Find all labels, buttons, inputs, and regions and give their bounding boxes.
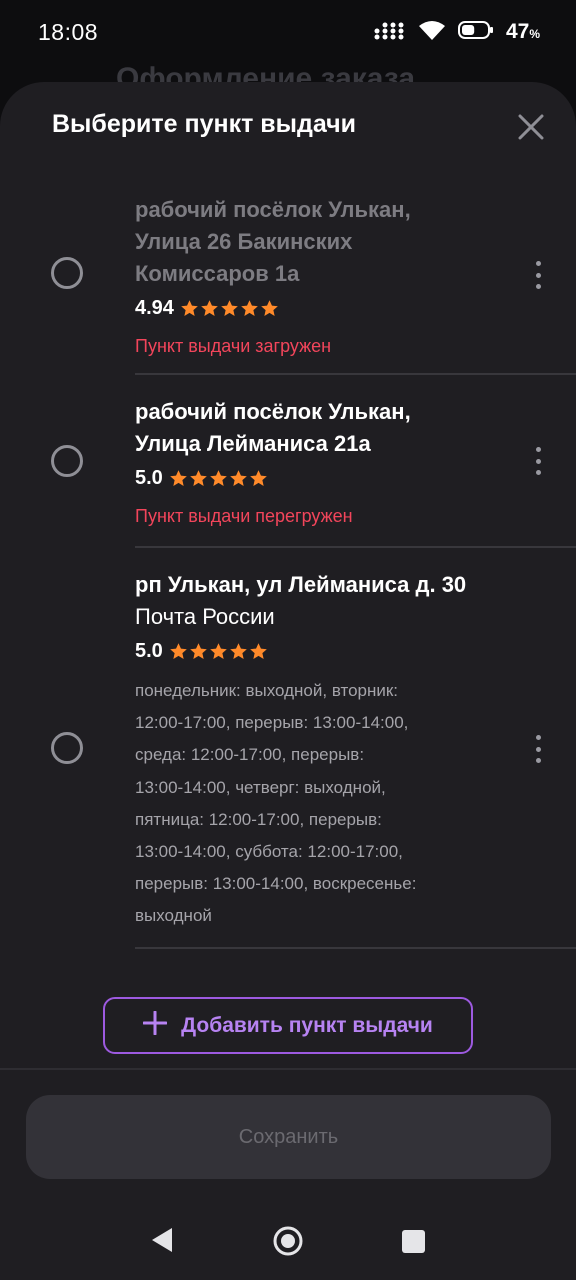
pickup-point-address: рабочий посёлок Улькан, Улица Лейманиса … (135, 399, 411, 456)
status-icons: 47% (374, 19, 540, 46)
battery-percent: 47% (505, 20, 540, 43)
plus-icon (142, 1007, 168, 1041)
status-bar: 18:08 47% (0, 0, 576, 64)
rating-value: 4.94 (135, 296, 174, 319)
star-icon (190, 642, 207, 659)
save-button[interactable]: Сохранить (26, 1095, 551, 1179)
back-triangle-icon[interactable] (150, 1226, 174, 1259)
home-circle-icon[interactable] (272, 1225, 304, 1262)
system-nav-bar (0, 1200, 576, 1280)
more-options-button[interactable] (526, 444, 550, 478)
star-icon (181, 299, 198, 316)
signal-icon (374, 20, 406, 45)
star-icon (210, 469, 227, 486)
star-icon (250, 642, 267, 659)
more-options-button[interactable] (526, 732, 550, 766)
star-icon (170, 642, 187, 659)
more-options-button[interactable] (526, 258, 550, 292)
divider (135, 373, 576, 375)
star-icon (230, 469, 247, 486)
add-pickup-point-button[interactable]: Добавить пункт выдачи (103, 997, 473, 1054)
rating-stars (180, 299, 279, 318)
sheet-title: Выберите пункт выдачи (52, 110, 357, 138)
divider (135, 546, 576, 548)
pickup-point-info: рабочий посёлок Улькан, Улица 26 Бакинск… (135, 194, 530, 357)
radio-button[interactable] (51, 445, 83, 477)
radio-button[interactable] (51, 732, 83, 764)
star-icon (210, 642, 227, 659)
divider (135, 947, 576, 949)
pickup-point-info: рп Улькан, ул Лейманиса д. 30 Почта Росс… (135, 569, 530, 933)
rating: 5.0 (135, 635, 530, 667)
star-icon (261, 299, 278, 316)
recents-square-icon[interactable] (402, 1230, 425, 1253)
pickup-point-status: Пункт выдачи перегружен (135, 506, 353, 526)
radio-button[interactable] (51, 257, 83, 289)
star-icon (250, 469, 267, 486)
rating: 4.94 (135, 292, 530, 324)
rating: 5.0 (135, 462, 530, 494)
star-icon (221, 299, 238, 316)
close-icon (518, 114, 544, 140)
rating-value: 5.0 (135, 466, 163, 489)
battery-icon (457, 20, 494, 45)
star-icon (190, 469, 207, 486)
working-hours: понедельник: выходной, вторник: 12:00-17… (135, 681, 417, 926)
star-icon (170, 469, 187, 486)
close-button[interactable] (512, 108, 550, 146)
add-pickup-point-label: Добавить пункт выдачи (181, 1013, 433, 1037)
rating-value: 5.0 (135, 639, 163, 662)
pickup-point-status: Пункт выдачи загружен (135, 336, 332, 356)
pickup-point-address: рп Улькан, ул Лейманиса д. 30 (135, 572, 467, 597)
pickup-point-provider: Почта России (135, 604, 275, 629)
star-icon (241, 299, 258, 316)
pickup-point-address: рабочий посёлок Улькан, Улица 26 Бакинск… (135, 197, 411, 286)
status-time: 18:08 (38, 18, 99, 45)
footer-divider (0, 1068, 576, 1070)
pickup-point-sheet: Выберите пункт выдачи рабочий посёлок Ул… (0, 82, 576, 1280)
pickup-point-info: рабочий посёлок Улькан, Улица Лейманиса … (135, 396, 530, 527)
wifi-icon (418, 19, 446, 46)
rating-stars (169, 642, 268, 661)
star-icon (201, 299, 218, 316)
rating-stars (169, 469, 268, 488)
star-icon (230, 642, 247, 659)
